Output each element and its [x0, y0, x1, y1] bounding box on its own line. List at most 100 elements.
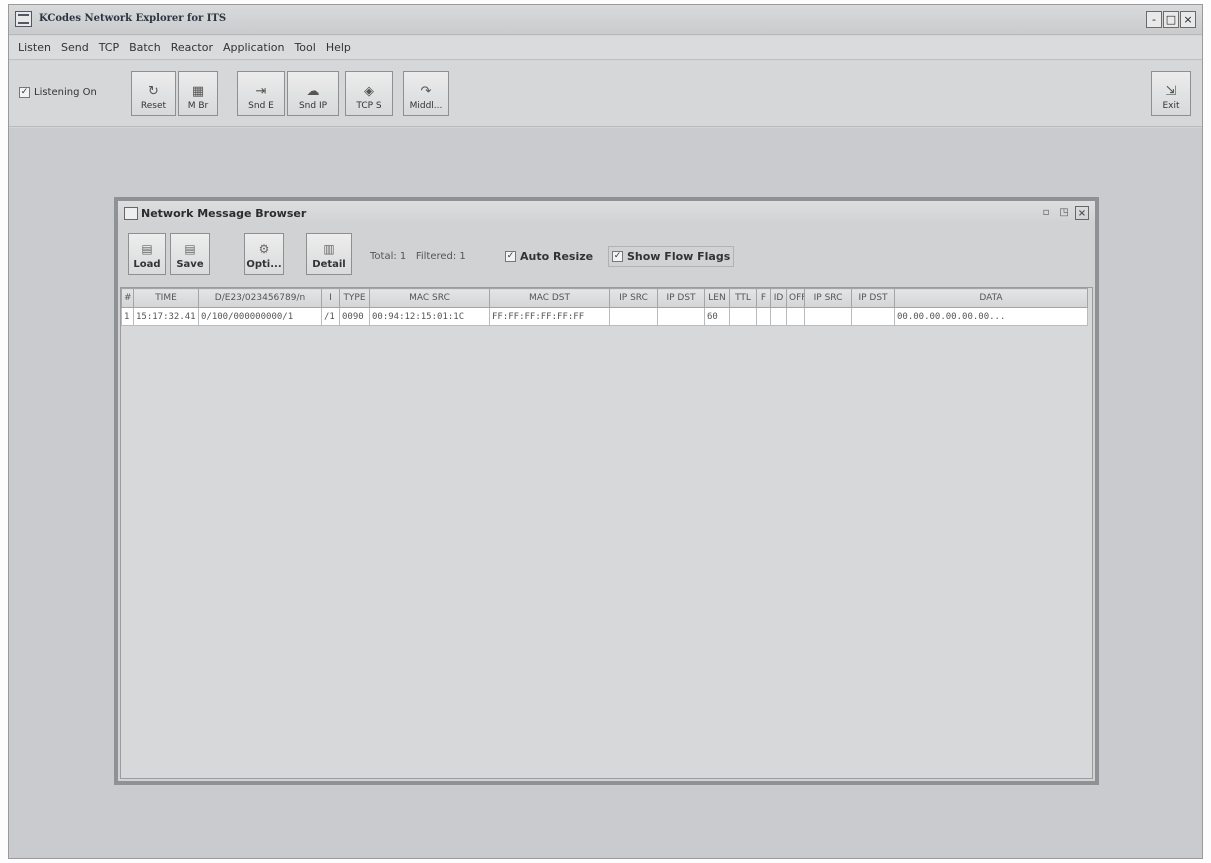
message-browser-icon: ▦	[191, 84, 205, 99]
menu-tcp[interactable]: TCP	[94, 41, 124, 54]
send-ethernet-button[interactable]: ⇥ Snd E	[237, 71, 285, 116]
menu-application[interactable]: Application	[218, 41, 289, 54]
options-button[interactable]: ⚙ Opti...	[244, 233, 284, 275]
menu-help[interactable]: Help	[321, 41, 356, 54]
detail-label: Detail	[312, 259, 346, 270]
column-header[interactable]: #	[121, 288, 134, 308]
save-button[interactable]: ▤ Save	[170, 233, 210, 275]
send-ip-label: Snd IP	[298, 101, 328, 111]
show-flow-flags-toggle[interactable]: ✓ Show Flow Flags	[608, 246, 735, 267]
browser-title: Network Message Browser	[141, 206, 307, 220]
browser-title-bar[interactable]: Network Message Browser ▫ ◳ ×	[118, 201, 1095, 225]
column-header[interactable]: F	[756, 288, 771, 308]
reset-label: Reset	[140, 101, 167, 111]
exit-button[interactable]: ⇲ Exit	[1151, 71, 1191, 116]
middleware-button[interactable]: ↷ Middl...	[403, 71, 449, 116]
column-header[interactable]: IP DST	[851, 288, 895, 308]
column-header[interactable]: TIME	[133, 288, 199, 308]
column-header[interactable]: D/E23/023456789/n	[198, 288, 322, 308]
app-window: KCodes Network Explorer for ITS - □ × Li…	[8, 4, 1203, 859]
maximize-frame-icon[interactable]: ◳	[1057, 206, 1071, 220]
table-header-row: # TIME D/E23/023456789/n I TYPE MAC SRC …	[121, 288, 1088, 308]
menu-send[interactable]: Send	[56, 41, 94, 54]
table-cell	[770, 307, 787, 326]
tcp-server-icon: ◈	[364, 84, 374, 99]
column-header[interactable]: OFF	[786, 288, 805, 308]
message-browser-label: M Br	[187, 101, 209, 111]
load-button[interactable]: ▤ Load	[128, 233, 166, 275]
table-cell	[756, 307, 771, 326]
message-browser-button[interactable]: ▦ M Br	[178, 71, 218, 116]
table-cell	[851, 307, 895, 326]
table-cell	[729, 307, 757, 326]
filtered-count: Filtered: 1	[415, 251, 466, 262]
send-ip-button[interactable]: ☁ Snd IP	[287, 71, 339, 116]
table-cell: 15:17:32.41	[133, 307, 199, 326]
auto-resize-label: Auto Resize	[520, 250, 594, 263]
column-header[interactable]: TYPE	[339, 288, 370, 308]
show-flow-flags-label: Show Flow Flags	[627, 250, 731, 263]
network-message-browser: Network Message Browser ▫ ◳ × ▤ Load ▤ S…	[114, 197, 1099, 785]
tcp-server-button[interactable]: ◈ TCP S	[345, 71, 393, 116]
title-bar: KCodes Network Explorer for ITS - □ ×	[9, 5, 1202, 35]
options-icon: ⚙	[258, 242, 270, 256]
reset-icon: ↻	[148, 84, 159, 99]
menu-bar: Listen Send TCP Batch Reactor Applicatio…	[9, 36, 1202, 60]
menu-batch[interactable]: Batch	[124, 41, 166, 54]
middleware-label: Middl...	[409, 101, 443, 111]
table-cell: FF:FF:FF:FF:FF:FF	[489, 307, 610, 326]
column-header[interactable]: TTL	[729, 288, 757, 308]
auto-resize-toggle[interactable]: ✓ Auto Resize	[502, 246, 596, 267]
app-icon	[15, 11, 32, 27]
table-row[interactable]: 1 15:17:32.41 0/100/000000000/1 /1 0090 …	[121, 307, 1088, 326]
table-cell: 0090	[339, 307, 370, 326]
exit-icon: ⇲	[1165, 84, 1177, 99]
table-cell	[657, 307, 705, 326]
table-cell: /1	[321, 307, 340, 326]
column-header[interactable]: MAC SRC	[369, 288, 490, 308]
tcp-server-label: TCP S	[356, 101, 382, 111]
middleware-icon: ↷	[420, 84, 432, 99]
table-cell: 60	[704, 307, 730, 326]
column-header[interactable]: ID	[770, 288, 787, 308]
menu-tool[interactable]: Tool	[289, 41, 320, 54]
column-header[interactable]: IP SRC	[804, 288, 852, 308]
table-cell	[609, 307, 658, 326]
desktop-area: Network Message Browser ▫ ◳ × ▤ Load ▤ S…	[9, 128, 1202, 858]
table-cell	[786, 307, 805, 326]
save-icon: ▤	[184, 242, 196, 256]
main-toolbar: ✓ Listening On ↻ Reset ▦ M Br ⇥ Snd E ☁ …	[9, 61, 1202, 127]
window-title: KCodes Network Explorer for ITS	[39, 13, 227, 24]
send-ip-icon: ☁	[306, 84, 320, 99]
column-header[interactable]: DATA	[894, 288, 1088, 308]
maximize-button[interactable]: □	[1163, 11, 1179, 28]
total-count: Total: 1	[370, 251, 407, 262]
message-counts: Total: 1 Filtered: 1	[370, 251, 466, 262]
listening-checkbox[interactable]: ✓	[19, 87, 30, 98]
auto-resize-checkbox[interactable]: ✓	[505, 251, 516, 262]
listening-label: Listening On	[34, 87, 97, 98]
table-cell: 1	[121, 307, 134, 326]
close-frame-icon[interactable]: ×	[1075, 206, 1089, 220]
listening-toggle[interactable]: ✓ Listening On	[19, 87, 97, 98]
column-header[interactable]: IP SRC	[609, 288, 658, 308]
reset-button[interactable]: ↻ Reset	[131, 71, 176, 116]
column-header[interactable]: MAC DST	[489, 288, 610, 308]
column-header[interactable]: I	[321, 288, 340, 308]
send-ethernet-icon: ⇥	[255, 84, 267, 99]
menu-reactor[interactable]: Reactor	[166, 41, 218, 54]
minimize-button[interactable]: -	[1146, 11, 1162, 28]
iconify-icon[interactable]: ▫	[1039, 206, 1053, 220]
table-cell: 0/100/000000000/1	[198, 307, 322, 326]
save-label: Save	[176, 259, 204, 270]
column-header[interactable]: LEN	[704, 288, 730, 308]
close-button[interactable]: ×	[1180, 11, 1196, 28]
message-table: # TIME D/E23/023456789/n I TYPE MAC SRC …	[120, 287, 1093, 779]
detail-button[interactable]: ▥ Detail	[306, 233, 352, 275]
show-flow-flags-checkbox[interactable]: ✓	[612, 251, 623, 262]
table-cell	[804, 307, 852, 326]
menu-listen[interactable]: Listen	[13, 41, 56, 54]
column-header[interactable]: IP DST	[657, 288, 705, 308]
load-icon: ▤	[141, 242, 153, 256]
detail-icon: ▥	[323, 242, 335, 256]
